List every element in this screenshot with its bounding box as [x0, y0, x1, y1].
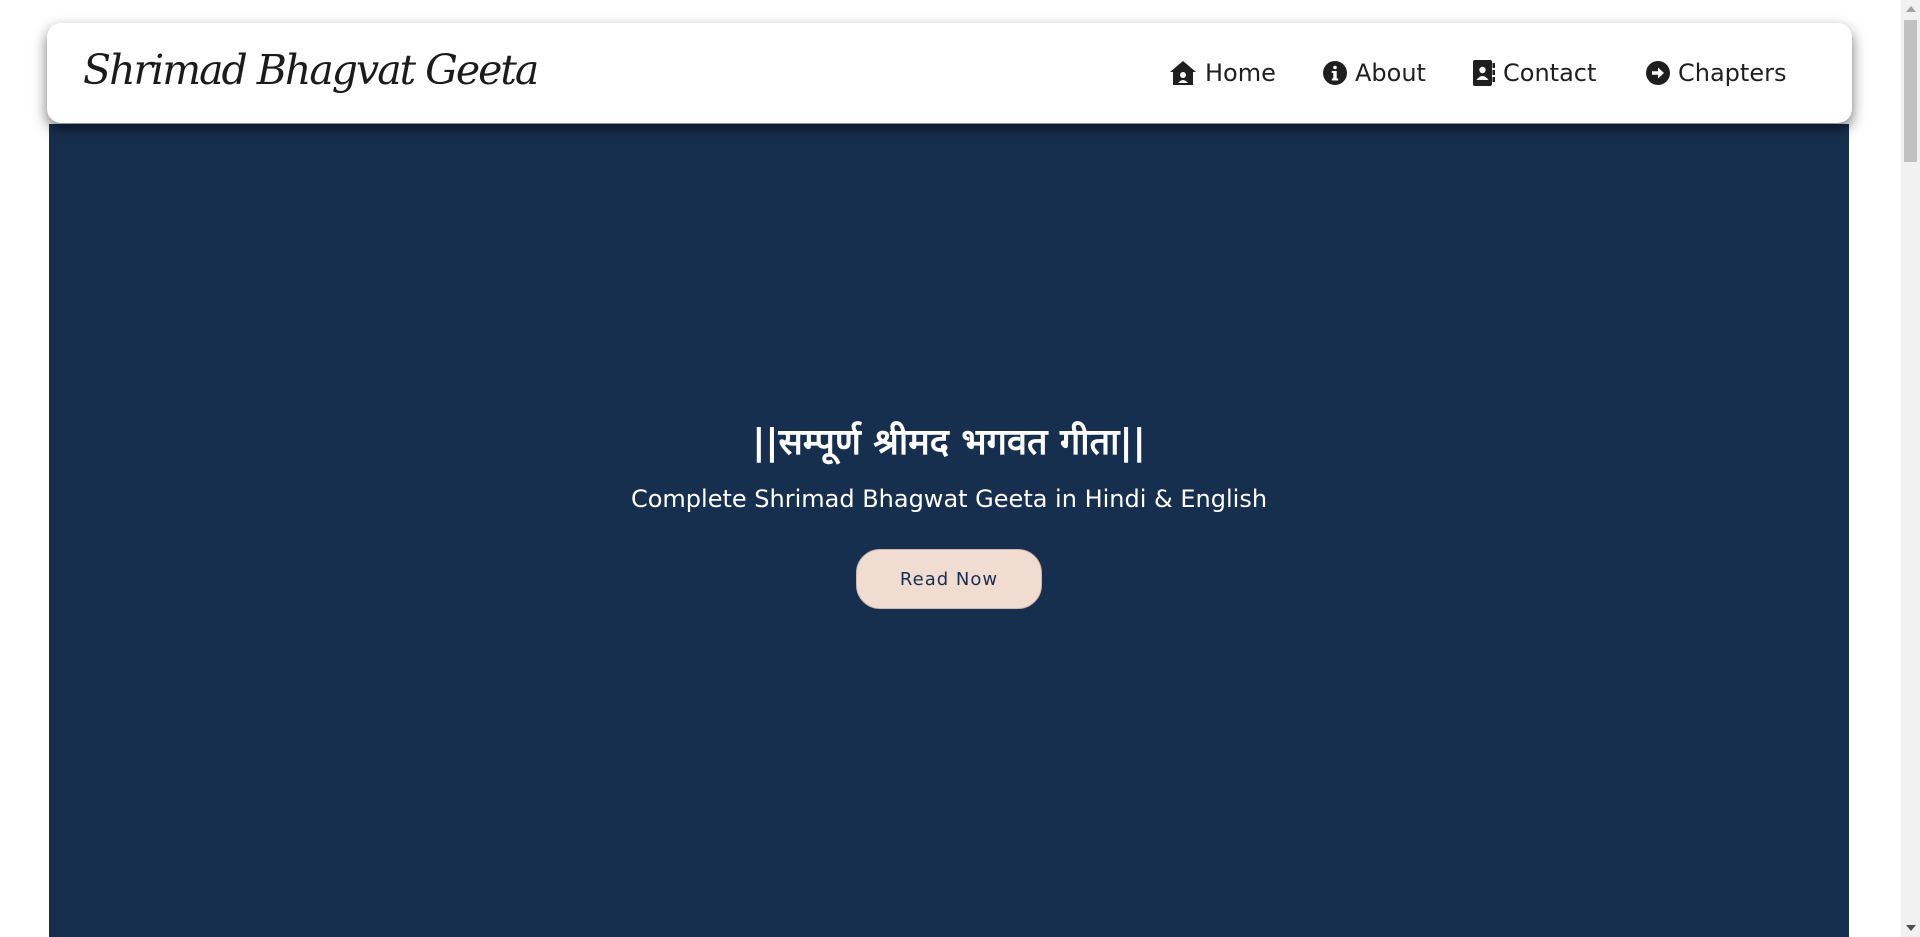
- nav-about-link[interactable]: About: [1323, 23, 1426, 123]
- nav-contact-link[interactable]: Contact: [1473, 23, 1596, 123]
- brand-logo[interactable]: Shrimad Bhagvat Geeta: [83, 43, 539, 97]
- arrow-right-circle-icon: [1646, 61, 1670, 85]
- nav-about-label: About: [1355, 59, 1426, 87]
- hero-title: ||सम्पूर्ण श्रीमद भगवत गीता||: [752, 422, 1146, 463]
- scroll-up-arrow-icon[interactable]: [1906, 6, 1916, 12]
- scroll-down-arrow-icon[interactable]: [1906, 925, 1916, 931]
- hero-content: ||सम्पूर्ण श्रीमद भगवत गीता|| Complete S…: [49, 124, 1849, 937]
- nav-home-link[interactable]: Home: [1169, 23, 1276, 123]
- navbar: Shrimad Bhagvat Geeta Home About Contact…: [47, 23, 1852, 123]
- scrollbar-thumb[interactable]: [1904, 20, 1917, 162]
- hero-subtitle: Complete Shrimad Bhagwat Geeta in Hindi …: [630, 485, 1268, 513]
- nav-chapters-link[interactable]: Chapters: [1646, 23, 1786, 123]
- info-circle-icon: [1323, 61, 1347, 85]
- page: Shrimad Bhagvat Geeta Home About Contact…: [0, 0, 1920, 937]
- read-now-button[interactable]: Read Now: [856, 549, 1042, 609]
- nav-home-label: Home: [1205, 59, 1276, 87]
- nav-chapters-label: Chapters: [1678, 59, 1787, 87]
- vertical-scrollbar[interactable]: [1901, 0, 1920, 937]
- home-icon: [1169, 60, 1197, 86]
- nav-contact-label: Contact: [1503, 59, 1597, 87]
- contact-book-icon: [1473, 60, 1495, 86]
- hero-section: ||सम्पूर्ण श्रीमद भगवत गीता|| Complete S…: [49, 124, 1849, 937]
